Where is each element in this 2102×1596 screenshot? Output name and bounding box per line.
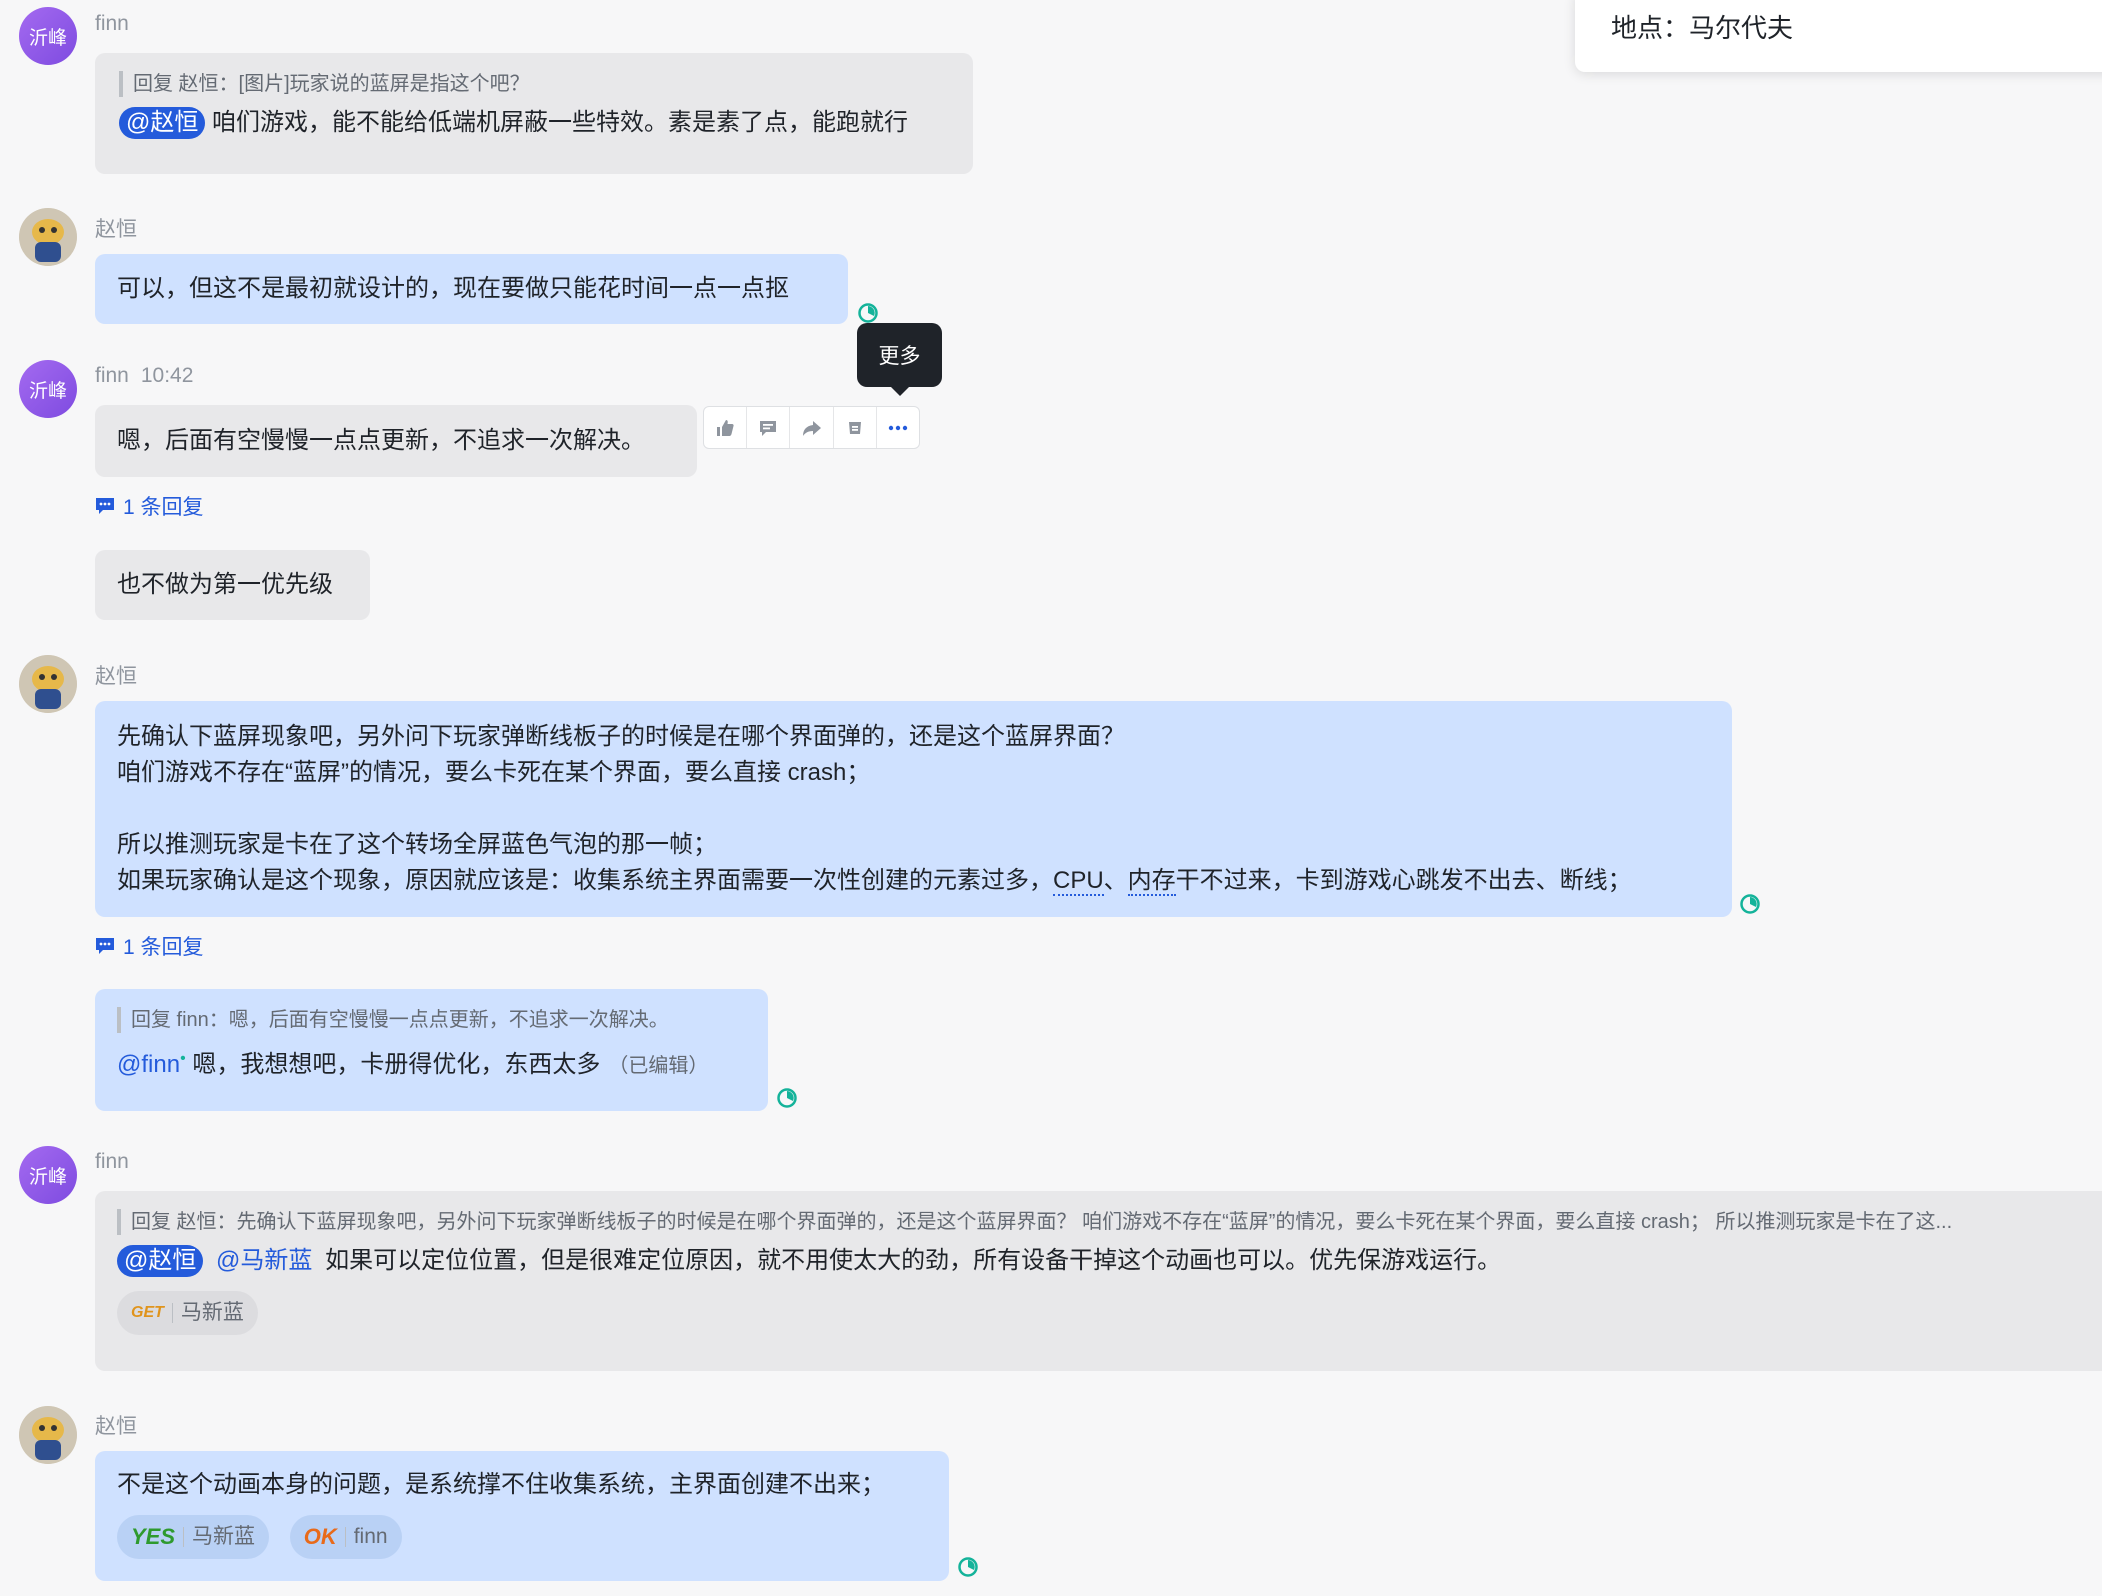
reactions-row: GET 马新蓝: [117, 1291, 2080, 1335]
message-bubble[interactable]: 可以，但这不是最初就设计的，现在要做只能花时间一点一点抠: [95, 254, 848, 324]
message-text-row: @赵恒 咱们游戏，能不能给低端机屏蔽一些特效。素是素了点，能跑就行: [119, 105, 949, 141]
message-line-last: 如果玩家确认是这个现象，原因就应该是：收集系统主界面需要一次性创建的元素过多，C…: [117, 863, 1710, 899]
divider: [171, 1303, 173, 1323]
avatar[interactable]: 沂峰: [19, 1146, 77, 1204]
message-text: 、: [1103, 867, 1128, 894]
message-bubble[interactable]: 回复 赵恒：[图片]玩家说的蓝屏是指这个吧？ @赵恒 咱们游戏，能不能给低端机屏…: [95, 53, 973, 174]
message-text: 嗯，我想想吧，卡册得优化，东西太多: [192, 1051, 601, 1078]
thumbs-up-icon: [717, 419, 734, 436]
message-text: 可以，但这不是最初就设计的，现在要做只能花时间一点一点抠: [117, 275, 789, 302]
avatar-text: 沂峰: [28, 27, 67, 49]
message-text: 干不过来，卡到游戏心跳发不出去、断线；: [1175, 867, 1632, 894]
message-bubble[interactable]: 不是这个动画本身的问题，是系统撑不住收集系统，主界面创建不出来； YES 马新蓝…: [95, 1451, 949, 1581]
read-receipt-icon[interactable]: [958, 1557, 978, 1577]
read-receipt-icon[interactable]: [1740, 894, 1760, 914]
pin-button[interactable]: [834, 407, 877, 448]
message-action-toolbar: [703, 406, 920, 449]
divider: [344, 1527, 346, 1547]
reaction-user: 马新蓝: [180, 1301, 244, 1324]
message-text: 不是这个动画本身的问题，是系统撑不住收集系统，主界面创建不出来；: [117, 1471, 885, 1498]
avatar[interactable]: 沂峰: [19, 360, 77, 418]
more-icon: [888, 425, 908, 430]
sender-name[interactable]: finn: [95, 1150, 129, 1174]
reply-quote[interactable]: 回复 赵恒：[图片]玩家说的蓝屏是指这个吧？: [119, 71, 949, 97]
avatar[interactable]: 沂峰: [19, 7, 77, 65]
message-bubble[interactable]: 回复 finn：嗯，后面有空慢慢一点点更新，不追求一次解决。 @finn• 嗯，…: [95, 989, 768, 1111]
read-receipt-icon[interactable]: [777, 1088, 797, 1108]
reply-count: 1 条回复: [123, 936, 204, 959]
message-line: 先确认下蓝屏现象吧，另外问下玩家弹断线板子的时候是在哪个界面弹的，还是这个蓝屏界…: [117, 723, 1125, 750]
reply-count: 1 条回复: [123, 496, 204, 519]
message-bubble[interactable]: 回复 赵恒：先确认下蓝屏现象吧，另外问下玩家弹断线板子的时候是在哪个界面弹的，还…: [95, 1191, 2102, 1371]
avatar-text: 沂峰: [28, 380, 67, 402]
comment-button[interactable]: [747, 407, 791, 448]
sender-name[interactable]: 赵恒: [95, 660, 137, 690]
message-text: 如果可以定位位置，但是很难定位原因，就不用使太大的劲，所有设备干掉这个动画也可以…: [325, 1247, 1502, 1274]
message-text: 嗯，后面有空慢慢一点点更新，不追求一次解决。: [117, 427, 645, 454]
sender-name[interactable]: 赵恒: [95, 213, 137, 243]
message-line-blank: [117, 791, 1710, 827]
message-bubble[interactable]: 先确认下蓝屏现象吧，另外问下玩家弹断线板子的时候是在哪个界面弹的，还是这个蓝屏界…: [95, 701, 1732, 917]
thread-reply-link[interactable]: 1 条回复: [95, 491, 204, 521]
glossary-term[interactable]: 内存: [1127, 867, 1176, 896]
sender-header: finn 10:42: [95, 364, 193, 388]
sender-name[interactable]: 赵恒: [95, 1410, 137, 1440]
reply-quote[interactable]: 回复 finn：嗯，后面有空慢慢一点点更新，不追求一次解决。: [117, 1007, 746, 1033]
forward-button[interactable]: [790, 407, 834, 448]
reply-thread-icon: [96, 498, 114, 514]
avatar[interactable]: [19, 208, 77, 266]
message-text: 咱们游戏，能不能给低端机屏蔽一些特效。素是素了点，能跑就行: [212, 109, 909, 136]
location-panel: 地点：马尔代夫: [1575, 0, 2102, 72]
yes-emoji-icon: YES: [131, 1524, 176, 1549]
message-text-row: @finn• 嗯，我想想吧，卡册得优化，东西太多 （已编辑）: [117, 1041, 746, 1084]
message-line: 咱们游戏不存在“蓝屏”的情况，要么卡死在某个界面，要么直接 crash；: [117, 759, 871, 786]
message-text: 也不做为第一优先级: [117, 571, 333, 598]
avatar-image: [19, 655, 77, 713]
avatar-image: [19, 208, 77, 266]
message-bubble[interactable]: 嗯，后面有空慢慢一点点更新，不追求一次解决。: [95, 405, 697, 477]
message-text-row: @赵恒 @马新蓝 如果可以定位位置，但是很难定位原因，就不用使太大的劲，所有设备…: [117, 1243, 2080, 1279]
forward-icon: [802, 420, 821, 436]
like-button[interactable]: [704, 407, 748, 448]
mention-link[interactable]: @finn: [117, 1051, 180, 1078]
reaction-chip[interactable]: OK finn: [289, 1515, 402, 1559]
glossary-term[interactable]: CPU: [1053, 867, 1104, 896]
location-text: 地点：马尔代夫: [1611, 13, 1794, 43]
tooltip-label: 更多: [878, 345, 921, 368]
more-button[interactable]: [877, 407, 919, 448]
message-line: 所以推测玩家是卡在了这个转场全屏蓝色气泡的那一帧；: [117, 831, 717, 858]
online-dot-icon: •: [180, 1050, 186, 1067]
reply-thread-icon: [96, 938, 114, 954]
reaction-user: finn: [353, 1525, 388, 1548]
reaction-chip[interactable]: GET 马新蓝: [117, 1291, 258, 1335]
edited-label: （已编辑）: [608, 1055, 709, 1077]
sender-name[interactable]: finn: [95, 364, 129, 387]
avatar-image: [19, 1406, 77, 1464]
reply-quote[interactable]: 回复 赵恒：先确认下蓝屏现象吧，另外问下玩家弹断线板子的时候是在哪个界面弹的，还…: [117, 1209, 2080, 1235]
mention-chip[interactable]: @赵恒: [117, 1245, 204, 1277]
message-text: 如果玩家确认是这个现象，原因就应该是：收集系统主界面需要一次性创建的元素过多，: [117, 867, 1053, 894]
mention-link[interactable]: @马新蓝: [216, 1247, 312, 1274]
ok-emoji-icon: OK: [303, 1524, 337, 1549]
message-bubble[interactable]: 也不做为第一优先级: [95, 550, 370, 620]
get-emoji-icon: GET: [131, 1304, 164, 1321]
thread-reply-link[interactable]: 1 条回复: [95, 931, 204, 961]
pin-icon: [848, 421, 861, 434]
reaction-user: 马新蓝: [192, 1525, 256, 1548]
message-time: 10:42: [140, 364, 194, 387]
avatar-text: 沂峰: [28, 1166, 67, 1188]
comment-icon: [760, 420, 777, 436]
read-receipt-icon[interactable]: [858, 303, 878, 323]
sender-name[interactable]: finn: [95, 12, 129, 36]
mention-chip[interactable]: @赵恒: [119, 107, 206, 139]
avatar[interactable]: [19, 1406, 77, 1464]
avatar[interactable]: [19, 655, 77, 713]
more-tooltip: 更多: [857, 323, 942, 396]
reactions-row: YES 马新蓝 OK finn: [117, 1515, 927, 1559]
divider: [183, 1527, 185, 1547]
reaction-chip[interactable]: YES 马新蓝: [117, 1515, 270, 1559]
